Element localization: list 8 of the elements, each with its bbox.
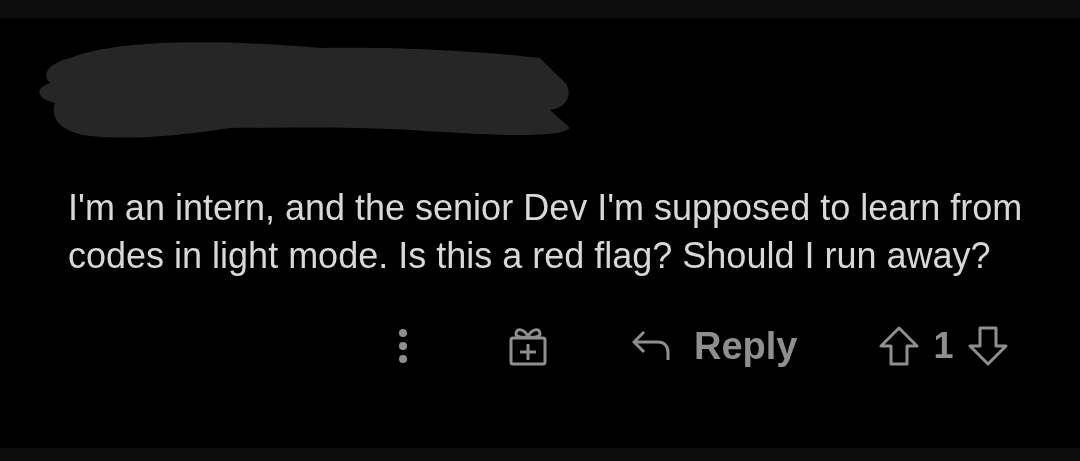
vote-count: 1 <box>933 325 954 367</box>
upvote-icon[interactable] <box>879 326 920 366</box>
comment-text: I'm an intern, and the senior Dev I'm supposed to learn from codes in light mode. Is this a red flag? Should I run away? <box>68 186 1024 278</box>
reply-button[interactable]: Reply <box>632 324 798 368</box>
reply-arrow-icon <box>632 330 670 362</box>
downvote-icon[interactable] <box>967 326 1008 366</box>
more-options-icon[interactable] <box>398 328 408 364</box>
gift-icon[interactable] <box>508 326 548 366</box>
